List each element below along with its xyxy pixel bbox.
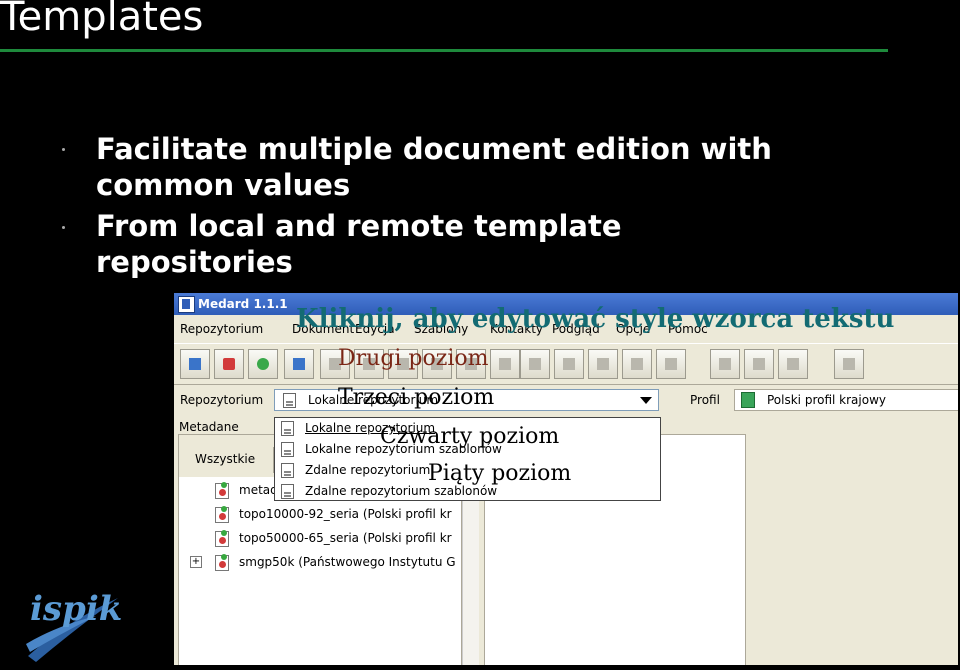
toolbar-button-check2[interactable] [588,349,618,379]
placeholder-level-2[interactable]: Drugi poziom [338,346,489,371]
toolbar-button-refresh[interactable] [248,349,278,379]
repository-label: Repozytorium [180,393,264,407]
menu-repozytorium[interactable]: Repozytorium [180,322,263,336]
book-icon [741,392,755,408]
chevron-down-icon [640,397,652,404]
toolbar-button-down[interactable] [520,349,550,379]
metadata-panel-title: Metadane [179,420,239,434]
placeholder-level-4[interactable]: Czwarty poziom [380,424,559,449]
toolbar-button-pen[interactable] [490,349,520,379]
placeholder-level-3[interactable]: Trzeci poziom [338,385,494,410]
toolbar-button-export[interactable] [778,349,808,379]
toolbar-button-check4[interactable] [656,349,686,379]
bullet-line: From local and remote template [96,209,622,243]
bullet-marker [62,148,65,151]
xml-icon [719,358,731,370]
profile-label: Profil [690,393,720,407]
tree-item-label: topo10000-92_seria (Polski profil kr [239,507,452,521]
extra-icon [843,358,855,370]
toolbar-button-extra[interactable] [834,349,864,379]
logo-text: ispik [30,589,122,629]
refresh-icon [257,358,269,370]
toolbar-button-new[interactable] [214,349,244,379]
check-icon [597,358,609,370]
repository-row: Repozytorium Lokalne repozytorium Profil… [174,387,958,413]
bullet-line: common values [96,168,351,202]
html-icon [753,358,765,370]
placeholder-level-1[interactable]: Kliknij, aby edytować style wzorca tekst… [296,304,894,334]
app-icon [178,296,195,313]
toolbar-button-html[interactable] [744,349,774,379]
document-icon [281,442,294,457]
metadata-file-icon [215,530,229,547]
bullet-item: From local and remote template repositor… [96,208,622,280]
check-icon [631,358,643,370]
slide-title: Templates [0,0,204,40]
profile-value: Polski profil krajowy [767,393,886,407]
export-icon [787,358,799,370]
placeholder-level-5[interactable]: Piąty poziom [428,461,571,486]
pen-icon [499,358,511,370]
tree-item-label: metad [239,483,278,497]
new-document-icon [223,358,235,370]
down-icon [529,358,541,370]
home-icon [189,358,201,370]
check-icon [563,358,575,370]
title-underline [0,49,888,52]
tree-item-label: smgp50k (Państwowego Instytutu G [239,555,456,569]
toolbar [174,343,958,385]
metadata-file-icon [215,482,229,499]
document-icon [281,463,294,478]
expand-icon[interactable]: + [190,556,202,568]
metadata-file-icon [215,554,229,571]
document-icon [281,421,294,436]
toolbar-button-add[interactable] [284,349,314,379]
toolbar-button-xml[interactable] [710,349,740,379]
filter-all-tab[interactable]: Wszystkie [195,452,255,466]
bullet-marker [62,226,65,229]
dropdown-option-label: Zdalne repozytorium szablonów [305,484,498,498]
dropdown-option-label: Zdalne repozytorium [305,463,431,477]
add-metadata-icon [293,358,305,370]
document-icon [283,393,296,408]
metadata-file-icon [215,506,229,523]
bullet-item: Facilitate multiple document edition wit… [96,131,772,203]
toolbar-button-home[interactable] [180,349,210,379]
ispik-logo: ispik [26,589,122,662]
toolbar-button-check3[interactable] [622,349,652,379]
tree-item-label: topo50000-65_seria (Polski profil kr [239,531,452,545]
toolbar-button-check1[interactable] [554,349,584,379]
bullet-line: Facilitate multiple document edition wit… [96,132,772,166]
bullet-line: repositories [96,245,293,279]
document-icon [281,484,294,499]
window-title: Medard 1.1.1 [198,297,288,311]
check-icon [665,358,677,370]
profile-combobox[interactable]: Polski profil krajowy [734,389,958,411]
